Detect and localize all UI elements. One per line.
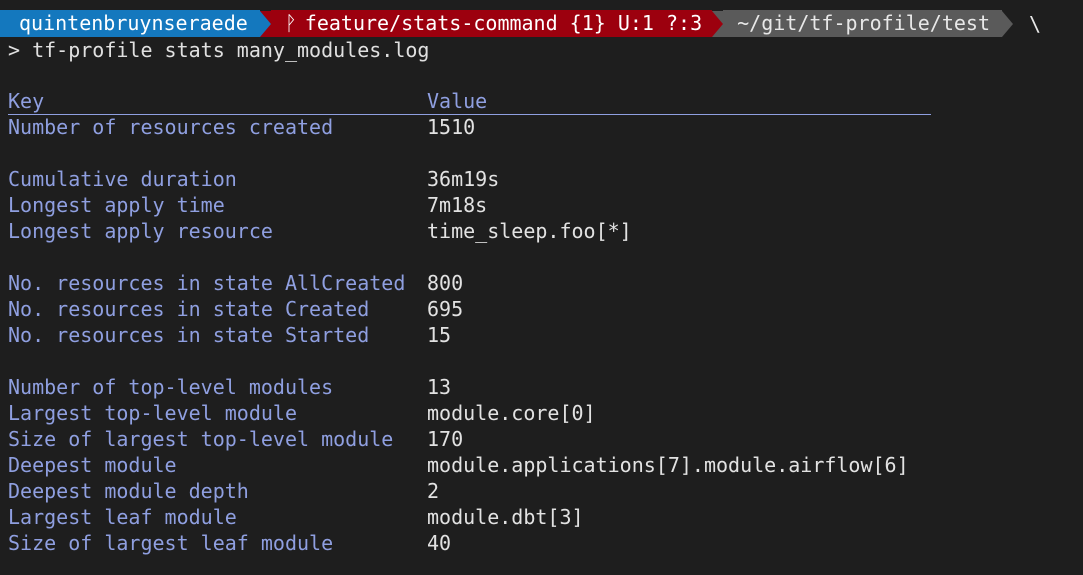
table-row-key: Cumulative duration	[8, 167, 237, 191]
table-row-key: Largest leaf module	[8, 505, 237, 529]
table-row-key: Number of top-level modules	[8, 375, 334, 399]
prompt-path: ~/git/tf-profile/test	[737, 11, 991, 35]
table-row-value: 36m19s	[427, 167, 500, 191]
table-row-key: Longest apply resource	[8, 219, 273, 243]
table-row-key: Largest top-level module	[8, 401, 297, 425]
command-line: > tf-profile stats many_modules.log	[8, 38, 430, 62]
table-row-key: No. resources in state AllCreated	[8, 271, 406, 295]
powerline-separator-icon	[712, 10, 724, 37]
table-row-key: No. resources in state Created	[8, 297, 370, 321]
table-row-value: 40	[427, 531, 452, 555]
table-row-value: 13	[427, 375, 452, 399]
table-header-value: Value	[427, 89, 488, 113]
table-row-value: module.applications[7].module.airflow[6]	[427, 453, 909, 477]
prompt-continuation: \	[1029, 11, 1042, 36]
powerline-separator-icon	[259, 10, 271, 37]
git-branch-icon: ᚹ	[284, 11, 297, 35]
table-row-value: 15	[427, 323, 452, 347]
table-row-value: module.core[0]	[427, 401, 596, 425]
prompt-git-segment: ᚹ feature/stats-command {1} U:1 ?:3	[270, 10, 713, 37]
table-row-value: 2	[427, 479, 440, 503]
table-row-value: 170	[427, 427, 464, 451]
table-row-key: No. resources in state Started	[8, 323, 370, 347]
table-row-value: 1510	[427, 115, 476, 139]
table-row-key: Longest apply time	[8, 193, 225, 217]
prompt-branch: feature/stats-command {1} U:1 ?:3	[304, 11, 703, 35]
prompt-path-segment: ~/git/tf-profile/test	[723, 10, 1003, 37]
prompt-user-segment: quintenbruynseraede	[0, 10, 260, 37]
table-row-value: module.dbt[3]	[427, 505, 584, 529]
powerline-separator-icon	[1002, 10, 1014, 37]
prompt-bar: quintenbruynseraede ᚹ feature/stats-comman…	[0, 10, 1041, 37]
table-row-value: 800	[427, 271, 464, 295]
table-header-key: Key	[8, 89, 45, 113]
table-row-key: Number of resources created	[8, 115, 334, 139]
table-row-key: Deepest module depth	[8, 479, 249, 503]
table-row-value: time_sleep.foo[*]	[427, 219, 632, 243]
table-row-value: 7m18s	[427, 193, 488, 217]
table-row-value: 695	[427, 297, 464, 321]
prompt-user: quintenbruynseraede	[19, 11, 248, 35]
table-row-key: Size of largest top-level module	[8, 427, 394, 451]
table-row-key: Size of largest leaf module	[8, 531, 334, 555]
table-row-key: Deepest module	[8, 453, 177, 477]
